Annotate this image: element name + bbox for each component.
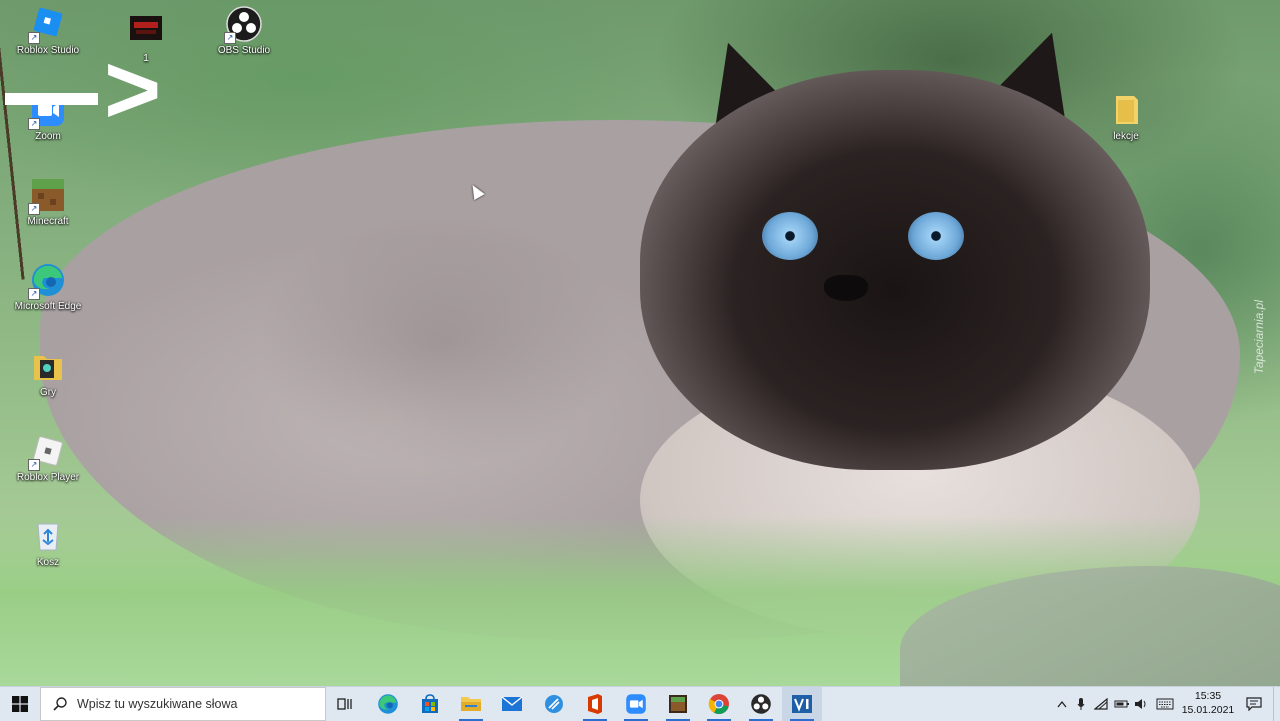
mail-icon	[501, 696, 523, 711]
obs-icon: ↗	[224, 6, 262, 44]
tray-volume[interactable]	[1133, 687, 1149, 721]
desktop-icon-label: Kosz	[36, 557, 60, 568]
search-input[interactable]	[75, 696, 319, 712]
desktop-icon-kosz[interactable]: Kosz	[8, 518, 88, 568]
desktop-icon-label: Roblox Player	[16, 472, 80, 483]
desktop-icon-lekcje[interactable]: lekcje	[1086, 92, 1166, 142]
taskbar-file-explorer[interactable]	[451, 687, 491, 721]
windows-logo-icon	[12, 696, 28, 712]
desktop-icon-label: Microsoft Edge	[14, 301, 82, 312]
cat-nose	[824, 275, 868, 301]
desktop-icon-microsoft-edge[interactable]: ↗ Microsoft Edge	[8, 262, 88, 312]
office-icon	[588, 694, 602, 714]
taskbar-clock[interactable]: 15:35 15.01.2021	[1178, 689, 1238, 717]
taskbar: 15:35 15.01.2021	[0, 686, 1280, 721]
edge-icon	[378, 694, 398, 714]
cat-head	[640, 70, 1150, 470]
tray-keyboard[interactable]	[1154, 687, 1176, 721]
chevron-up-icon	[1057, 700, 1067, 708]
desktop-icon-label: Minecraft	[27, 216, 69, 227]
branch	[0, 19, 38, 281]
wifi-icon	[1094, 698, 1108, 710]
taskbar-browser[interactable]	[534, 687, 574, 721]
folder-icon	[1108, 92, 1144, 128]
search-icon	[53, 697, 67, 711]
folder-icon	[30, 348, 66, 384]
keyboard-icon	[1156, 698, 1174, 710]
zoom-icon	[626, 694, 646, 714]
minecraft-icon: ↗	[28, 177, 66, 215]
obs-icon	[751, 694, 771, 714]
taskbar-office[interactable]	[575, 687, 615, 721]
tray-network[interactable]	[1093, 687, 1109, 721]
clock-time: 15:35	[1194, 690, 1222, 702]
drawn-arrow-overlay: >	[104, 34, 162, 144]
desktop-icon-minecraft[interactable]: ↗ Minecraft	[8, 177, 88, 227]
taskbar-obs[interactable]	[741, 687, 781, 721]
battery-icon	[1114, 700, 1129, 708]
browser-icon	[545, 695, 563, 713]
task-view-icon	[337, 698, 352, 710]
desktop-icon-label: Roblox Studio	[16, 45, 80, 56]
desktop-icon-roblox-player[interactable]: ↗ Roblox Player	[8, 433, 88, 483]
taskbar-search-box[interactable]	[40, 687, 326, 721]
speaker-icon	[1135, 699, 1146, 709]
desktop-icon-label: lekcje	[1113, 131, 1139, 142]
task-view-button[interactable]	[326, 687, 366, 721]
minecraft-icon	[669, 695, 687, 713]
taskbar-minecraft[interactable]	[658, 687, 698, 721]
desktop-icon-label: Gry	[39, 387, 57, 398]
edge-icon: ↗	[28, 262, 66, 300]
tray-overflow-button[interactable]	[1054, 687, 1070, 721]
action-center-button[interactable]	[1242, 687, 1266, 721]
notification-icon	[1246, 697, 1262, 711]
wallpaper-watermark: Tapeciarnia.pl	[1252, 300, 1266, 375]
show-desktop-button[interactable]	[1273, 687, 1280, 721]
desktop-icon-gry[interactable]: Gry	[8, 348, 88, 398]
desktop-icon-label: Zoom	[35, 131, 61, 142]
taskbar-video-editor[interactable]	[782, 687, 822, 721]
video-editor-icon	[792, 695, 812, 713]
clock-date: 15.01.2021	[1181, 704, 1235, 716]
roblox-player-icon: ↗	[28, 433, 66, 471]
recycle-bin-icon	[30, 518, 66, 554]
taskbar-zoom[interactable]	[616, 687, 656, 721]
taskbar-mail[interactable]	[492, 687, 532, 721]
chrome-icon	[708, 694, 729, 714]
cat-eye-left	[762, 212, 818, 260]
start-button[interactable]	[0, 687, 40, 721]
taskbar-edge[interactable]	[368, 687, 408, 721]
tray-microphone[interactable]	[1073, 687, 1089, 721]
store-icon	[422, 694, 438, 713]
drawn-line-overlay	[5, 93, 98, 105]
taskbar-chrome[interactable]	[699, 687, 739, 721]
taskbar-store[interactable]	[410, 687, 450, 721]
file-explorer-icon	[461, 697, 481, 711]
desktop-icon-label: OBS Studio	[217, 45, 271, 56]
microphone-icon	[1077, 698, 1085, 710]
cat-eye-right	[908, 212, 964, 260]
roblox-studio-icon: ↗	[28, 6, 66, 44]
desktop-icon-roblox-studio[interactable]: ↗ Roblox Studio	[8, 6, 88, 56]
desktop-icon-obs-studio[interactable]: ↗ OBS Studio	[204, 6, 284, 56]
tray-battery[interactable]	[1113, 687, 1131, 721]
